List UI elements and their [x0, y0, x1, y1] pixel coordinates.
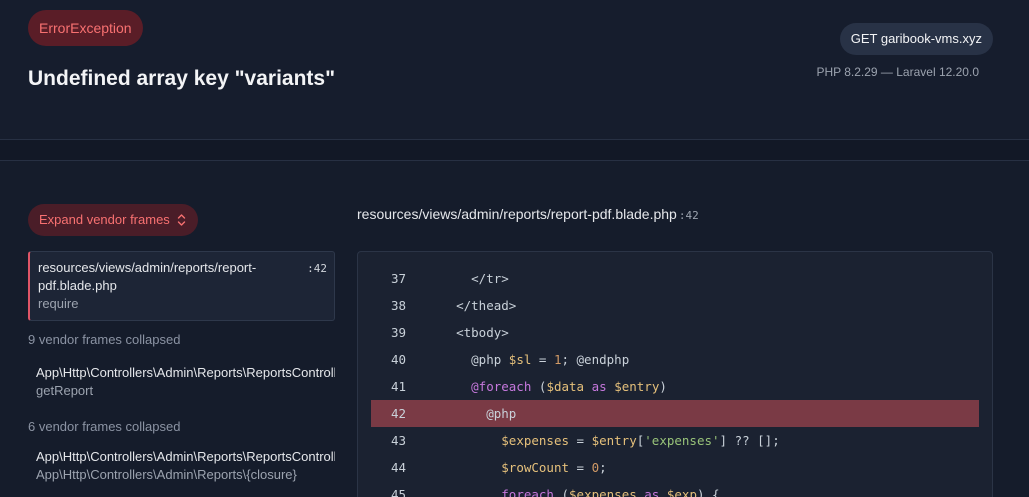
- code-file-path: resources/views/admin/reports/report-pdf…: [357, 206, 699, 222]
- stack-frame[interactable]: App\Http\Controllers\Admin\Reports\Repor…: [28, 364, 335, 400]
- code-snippet: 37 </tr> 38 </thead> 39 <tbody> 40 @php $sl…: [357, 251, 993, 497]
- stack-frame-active[interactable]: resources/views/admin/reports/report-pdf…: [28, 251, 335, 321]
- stack-frame[interactable]: App\Http\Controllers\Admin\Reports\Repor…: [28, 448, 335, 484]
- code-line-text: $rowCount = 0;: [501, 460, 607, 475]
- code-line: 45 foreach ($expenses as $exp) {: [371, 481, 979, 497]
- error-header: ErrorException Undefined array key "vari…: [0, 0, 1029, 140]
- code-line: 37 </tr>: [371, 265, 979, 292]
- code-line: 39 <tbody>: [371, 319, 979, 346]
- frame-file-path: resources/views/admin/reports/report-pdf…: [38, 260, 257, 293]
- code-line-text: @foreach ($data as $entry): [471, 379, 667, 394]
- code-line-text: foreach ($expenses as $exp) {: [501, 487, 720, 497]
- code-line: 38 </thead>: [371, 292, 979, 319]
- frame-function: getReport: [36, 383, 94, 398]
- code-line: 44 $rowCount = 0;: [371, 454, 979, 481]
- code-line-number: 40: [390, 352, 406, 367]
- code-line-text: </tr>: [426, 271, 509, 286]
- exception-type-badge: ErrorException: [28, 10, 143, 46]
- code-line-number: 42: [390, 406, 406, 421]
- expand-vendor-frames-label: Expand vendor frames: [39, 212, 170, 227]
- code-line: 42 @php: [371, 400, 979, 427]
- code-line-number: 38: [390, 298, 406, 313]
- frame-class: App\Http\Controllers\Admin\Reports\Repor…: [36, 365, 335, 380]
- code-line-number: 44: [390, 460, 406, 475]
- divider-band: [0, 140, 1029, 161]
- vendor-frames-collapsed[interactable]: 6 vendor frames collapsed: [28, 419, 335, 434]
- frame-line-number: :42: [307, 262, 327, 275]
- frame-class: App\Http\Controllers\Admin\Reports\Repor…: [36, 449, 335, 464]
- code-line-text: </thead>: [426, 298, 517, 313]
- stack-frames-list: resources/views/admin/reports/report-pdf…: [28, 251, 335, 484]
- code-line-number: 37: [390, 271, 406, 286]
- vendor-frames-collapsed[interactable]: 9 vendor frames collapsed: [28, 332, 335, 347]
- code-line-text: <tbody>: [426, 325, 509, 340]
- expand-vendor-frames-button[interactable]: Expand vendor frames: [28, 204, 198, 236]
- code-file-name: resources/views/admin/reports/report-pdf…: [357, 206, 677, 222]
- code-line-number: 41: [390, 379, 406, 394]
- version-info: PHP 8.2.29 — Laravel 12.20.0: [816, 65, 979, 79]
- code-line: 41 @foreach ($data as $entry): [371, 373, 979, 400]
- code-line-text: @php: [426, 406, 517, 421]
- request-url-pill[interactable]: GET garibook-vms.xyz: [839, 23, 993, 55]
- frame-function: App\Http\Controllers\Admin\Reports\{clos…: [36, 467, 297, 482]
- chevron-up-down-icon: [177, 213, 186, 227]
- code-line: 40 @php $sl = 1; @endphp: [371, 346, 979, 373]
- code-line: 43 $expenses = $entry['expenses'] ?? [];: [371, 427, 979, 454]
- code-line-text: $expenses = $entry['expenses'] ?? [];: [501, 433, 780, 448]
- code-line-number: 43: [390, 433, 406, 448]
- code-file-line: :42: [678, 209, 699, 222]
- code-line-number: 39: [390, 325, 406, 340]
- code-line-text: @php $sl = 1; @endphp: [426, 352, 630, 367]
- code-line-number: 45: [390, 487, 406, 497]
- frame-function: require: [38, 296, 79, 311]
- error-message: Undefined array key "variants": [28, 67, 336, 90]
